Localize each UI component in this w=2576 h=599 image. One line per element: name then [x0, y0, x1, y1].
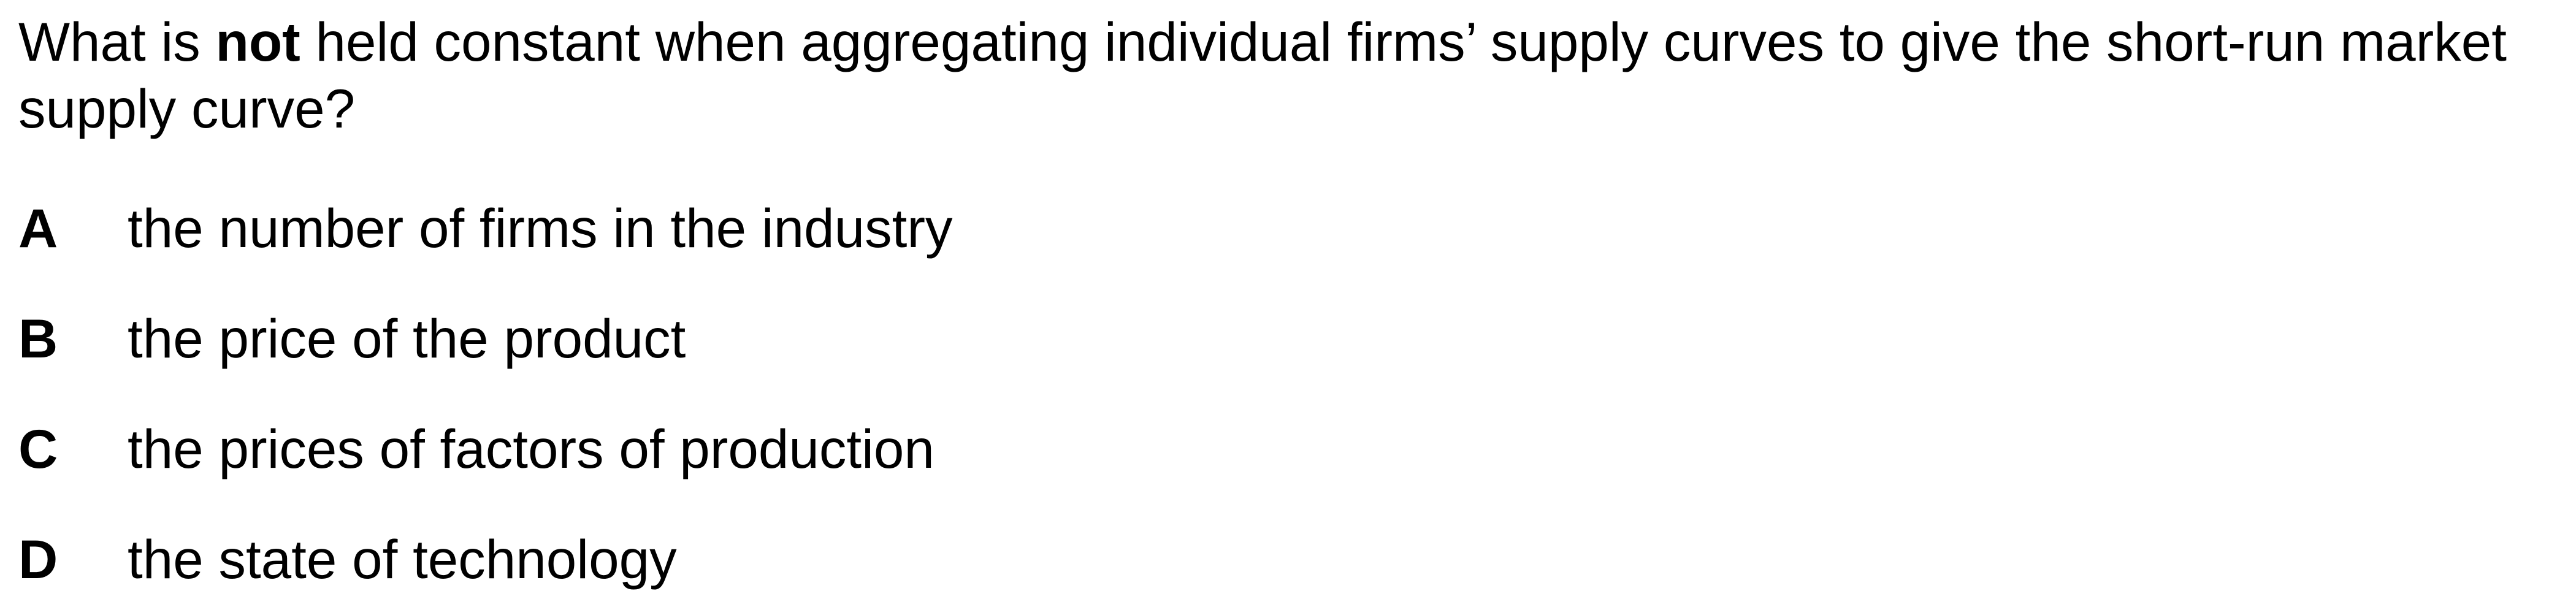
option-text: the state of technology [128, 528, 677, 590]
option-letter: A [18, 197, 58, 259]
option-letter: C [18, 418, 58, 479]
option-d[interactable]: D the state of technology [18, 525, 677, 593]
option-text: the number of firms in the industry [128, 197, 953, 259]
option-c[interactable]: C the prices of factors of production [18, 415, 934, 483]
option-a[interactable]: A the number of firms in the industry [18, 194, 952, 262]
option-letter: D [18, 528, 58, 590]
question-prefix: What is [18, 11, 216, 72]
option-text: the prices of factors of production [128, 418, 934, 479]
question-suffix: held constant when aggregating individua… [18, 11, 2507, 139]
option-text: the price of the product [128, 307, 686, 369]
option-letter: B [18, 307, 58, 369]
question-stem: What is not held constant when aggregati… [18, 9, 2557, 142]
option-b[interactable]: B the price of the product [18, 305, 686, 372]
question-emphasis: not [215, 11, 300, 72]
